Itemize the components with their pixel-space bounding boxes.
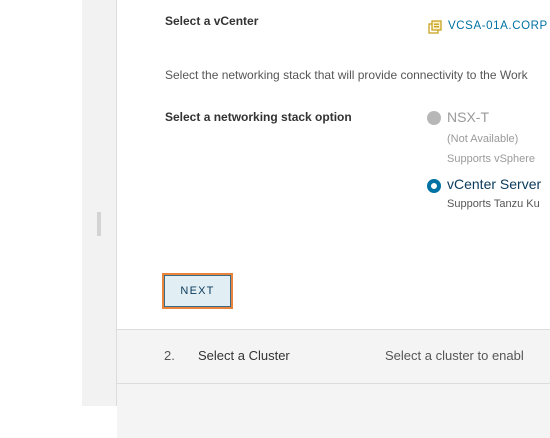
pane-resize-handle[interactable] <box>97 212 101 236</box>
networking-info-text: Select the networking stack that will pr… <box>165 68 528 82</box>
nsx-t-option-title: NSX-T <box>447 109 489 125</box>
vcenter-link[interactable]: VCSA-01A.CORP <box>448 20 548 32</box>
step-row-select-cluster[interactable]: 2. Select a Cluster Select a cluster to … <box>117 329 550 384</box>
vcenter-server-radio[interactable] <box>427 179 441 193</box>
nsx-t-not-available-note: (Not Available) <box>447 133 519 145</box>
vcenter-icon <box>428 20 442 34</box>
vcenter-label: Select a vCenter <box>165 14 259 28</box>
next-button[interactable]: NEXT <box>162 273 233 309</box>
vcenter-server-option-subtitle: Supports Tanzu Ku <box>447 198 540 210</box>
step-description: Select a cluster to enabl <box>385 348 524 363</box>
nsx-t-radio[interactable] <box>427 111 441 125</box>
step-title: Select a Cluster <box>198 348 290 363</box>
step-row-next[interactable] <box>117 383 550 438</box>
side-pane <box>82 0 117 406</box>
nsx-t-option-subtitle: Supports vSphere <box>447 153 536 165</box>
left-rail <box>0 0 82 406</box>
vcenter-server-option-title[interactable]: vCenter Server <box>447 176 541 192</box>
step-number: 2. <box>164 348 175 363</box>
networking-stack-label: Select a networking stack option <box>165 110 352 124</box>
